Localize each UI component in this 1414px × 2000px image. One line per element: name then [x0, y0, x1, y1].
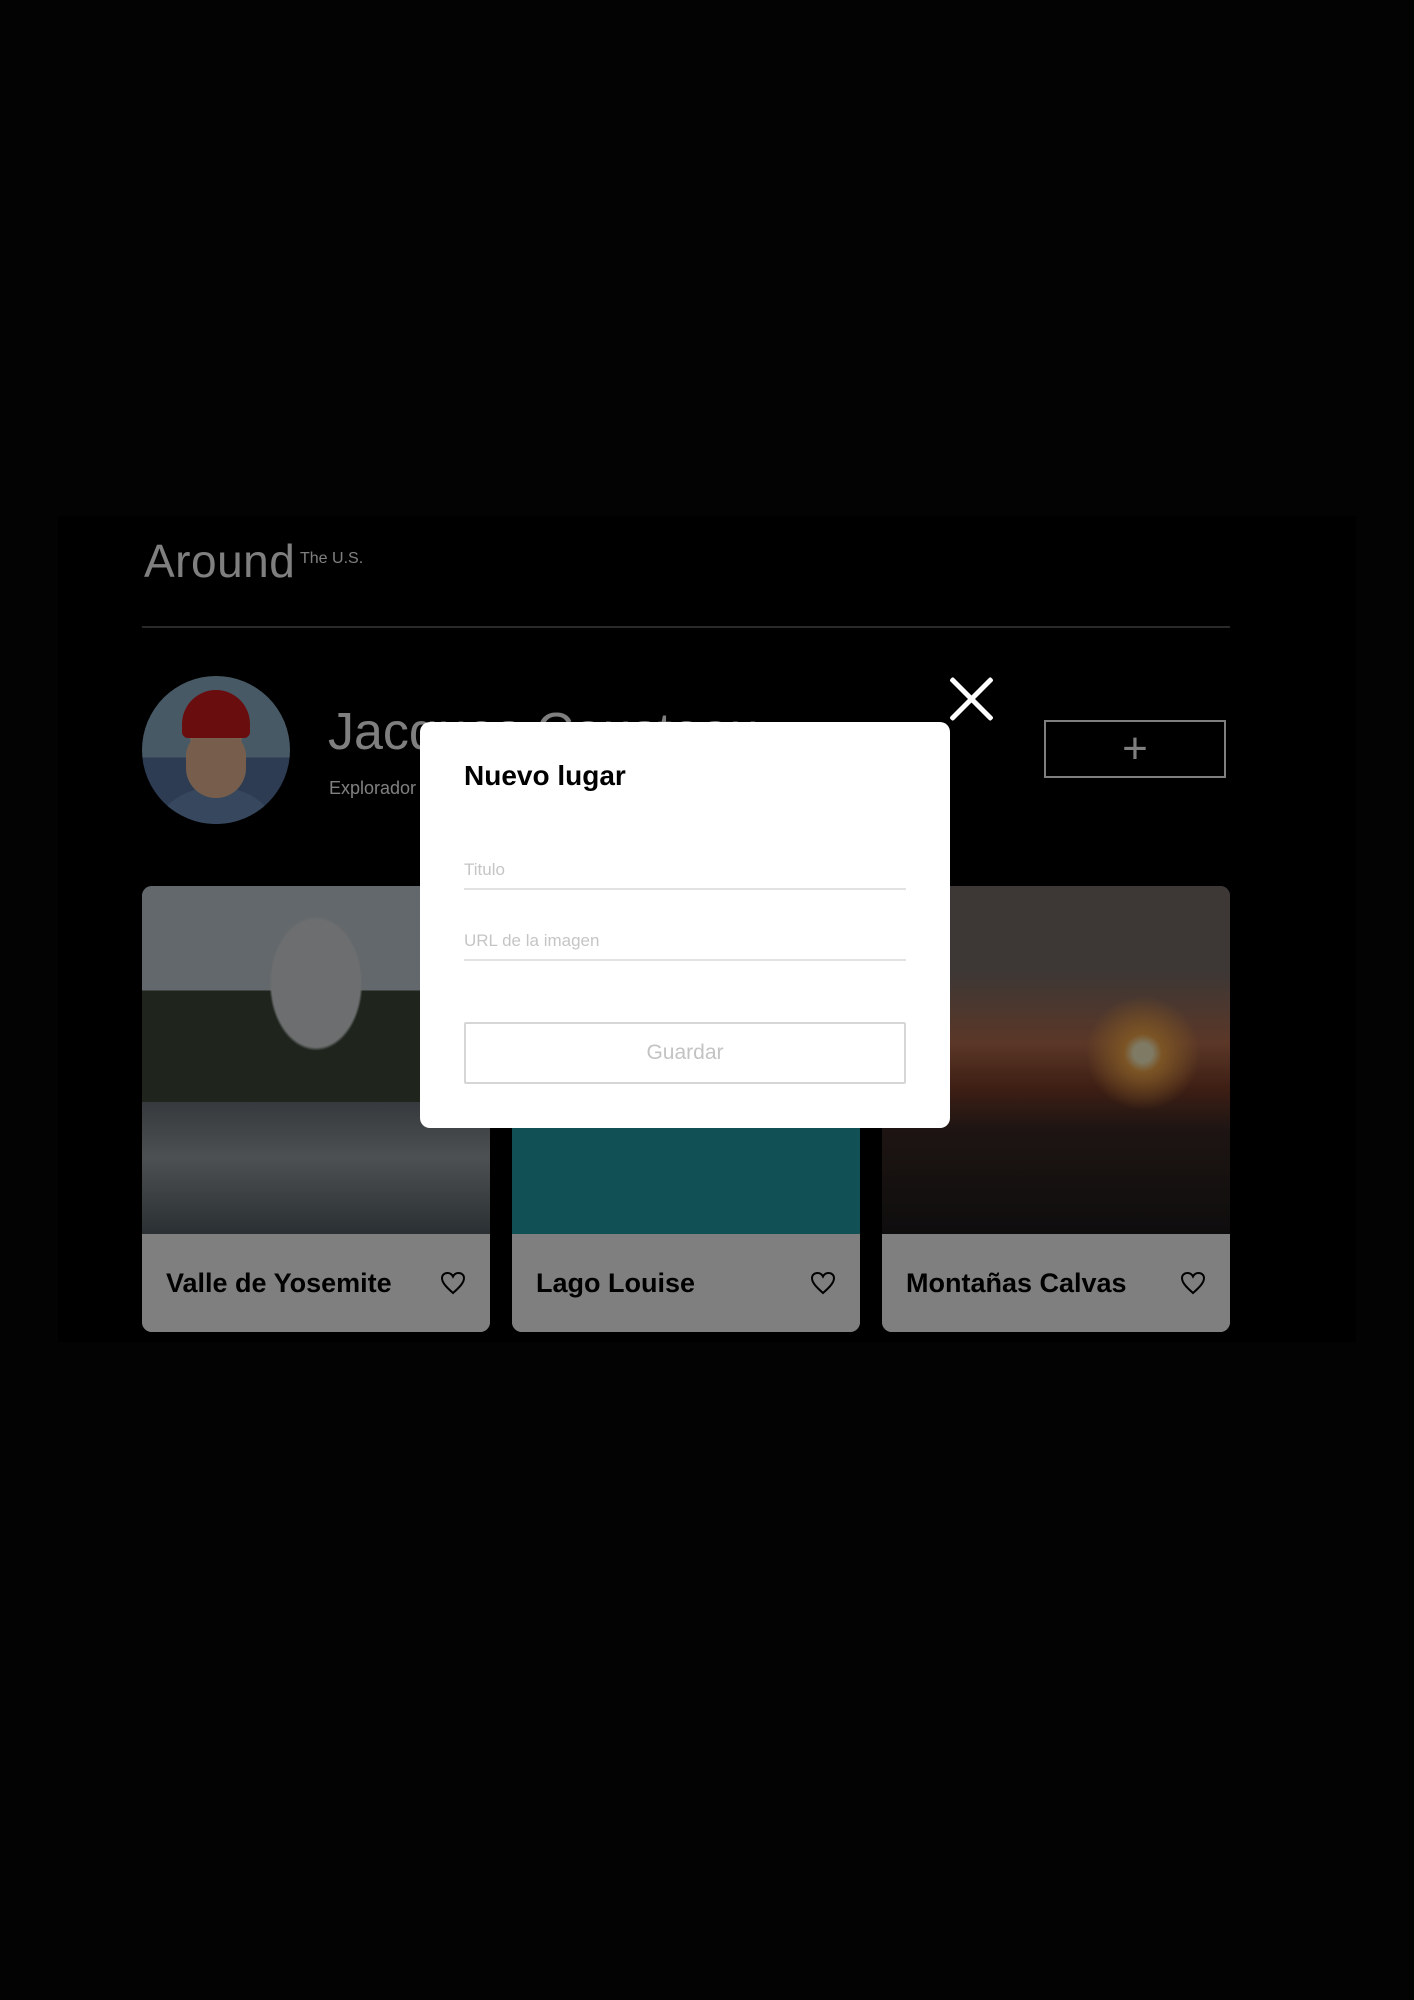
close-icon[interactable]: [948, 676, 994, 722]
save-button[interactable]: Guardar: [464, 1022, 906, 1084]
new-place-modal: Nuevo lugar Guardar: [420, 722, 950, 1128]
image-url-input[interactable]: [464, 931, 906, 961]
title-input[interactable]: [464, 860, 906, 890]
modal-title: Nuevo lugar: [464, 760, 626, 791]
